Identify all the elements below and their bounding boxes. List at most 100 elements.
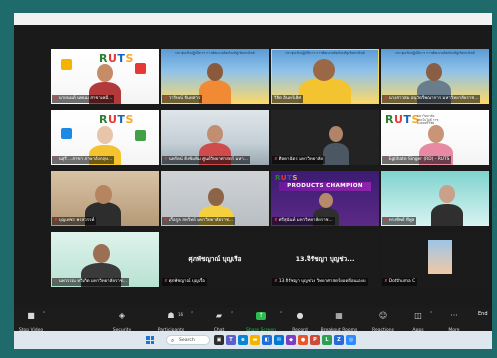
file-explorer-icon[interactable]: ▬ (250, 335, 260, 345)
app-icon[interactable]: ◎ (346, 335, 356, 345)
participant-tile[interactable]: RUTS ✘นสุรี ...สาขา ภาษาอังกฤษ... (51, 110, 159, 165)
windows-start-button[interactable] (146, 336, 154, 344)
participant-photo (428, 240, 452, 274)
participant-body (323, 143, 349, 165)
participant-placeholder-name: ศุภพัชญาณ์ บุญเรือ (188, 255, 242, 263)
participant-tile-video-off[interactable]: 13.จิรัชญา บุญช่ว... ✘13.จิรัชญา บุญช่วง… (271, 232, 379, 287)
participant-head (428, 125, 444, 143)
participant-head (426, 63, 442, 81)
mic-muted-icon: ✘ (384, 96, 388, 101)
mic-muted-icon: ✘ (384, 279, 388, 284)
participant-tile[interactable]: ประชุมเชิงปฏิบัติการ การพัฒนาผลิตภัณฑ์สู… (161, 49, 269, 104)
participant-name-label: ✘Eglihate Singer (RD) - RUTS (382, 156, 452, 164)
participant-head (97, 126, 113, 144)
participant-name-label: ✘ศุภพัชญาณ์ บุญเรือ (162, 278, 207, 286)
teams-icon[interactable]: T (226, 335, 236, 345)
participant-tile[interactable]: ✘Dotthuma C (381, 232, 489, 287)
participant-name-label: ✘นายนนท์ นพนม สาขาเคมี... (52, 95, 115, 103)
rut-logo: RUTS (275, 174, 298, 182)
participant-tile-video-off[interactable]: ศุภพัชญาณ์ บุญเรือ ✘ศุภพัชญาณ์ บุญเรือ (161, 232, 269, 287)
share-screen-icon: ↑ (256, 312, 266, 320)
participant-head (439, 185, 455, 203)
participant-count: 16 (178, 312, 184, 317)
participants-icon: ☗ (167, 311, 175, 320)
mic-muted-icon: ✘ (274, 157, 278, 162)
participant-name-label: ✘วาริษณ์ จันทสาร (162, 95, 203, 103)
participant-placeholder-name: 13.จิรัชญา บุญช่ว... (295, 255, 355, 263)
participant-head (329, 126, 343, 142)
event-banner-title: ประชุมเชิงปฏิบัติการ การพัฒนาผลิตภัณฑ์สู… (285, 51, 365, 55)
participant-tile[interactable]: ✘บุญเพชร พรสวรรค์ (51, 171, 159, 226)
participant-body (299, 78, 351, 104)
participant-tile[interactable]: RUTS PRODUCTS CHAMPION ✘ศรีสุนันท์ มหาวิ… (271, 171, 379, 226)
breakout-rooms-icon: ▦ (335, 311, 343, 320)
participant-head (97, 64, 113, 82)
puzzle-piece-graphic (135, 130, 146, 141)
end-meeting-button[interactable]: End (478, 311, 492, 323)
mic-muted-icon: ✘ (54, 218, 58, 223)
participant-name-label: ✘นพวรรณ ทวีเกิด มหาวิทยาลัยราช... (52, 278, 129, 286)
participant-tile[interactable]: RUTS ✘นายนนท์ นพนม สาขาเคมี... (51, 49, 159, 104)
mic-muted-icon: ✘ (164, 96, 168, 101)
participant-name-label: ✘ทรงทิพย์ ทีพูล (382, 217, 417, 225)
store-icon[interactable]: ◧ (262, 335, 272, 345)
task-view-icon[interactable]: ▣ (214, 335, 224, 345)
participant-name-label: ✘นพรัตน์ ดิ่งพิมพิม ศูนย์วิทยาศาสตร์ มหา… (162, 156, 250, 164)
participant-tile[interactable]: ✘เกื้อกูล สหวิทย์ มหาวิทยาลัยราช... (161, 171, 269, 226)
participant-body (431, 204, 463, 226)
firefox-icon[interactable]: ● (298, 335, 308, 345)
shield-icon: ◈ (118, 311, 126, 320)
participant-body (199, 80, 231, 104)
record-icon: ● (296, 311, 304, 320)
line-icon[interactable]: L (322, 335, 332, 345)
mic-muted-icon: ✘ (384, 218, 388, 223)
taskbar-search-box[interactable]: ⌕ Search (166, 335, 210, 345)
mic-muted-icon: ✘ (274, 218, 278, 223)
zoom-taskbar-icon[interactable]: Z (334, 335, 344, 345)
more-icon: ··· (450, 311, 458, 320)
participant-tile[interactable]: RUTS มหาวิทยาลัยเทคโนโลยี ราชมงคลศรีวิชั… (381, 110, 489, 165)
participant-name-label: ✘นางสาวสม อนุวัตรีพณาการ มหาวิทยาลัยราช.… (382, 95, 481, 103)
chevron-up-icon[interactable]: ⌃ (230, 311, 234, 317)
participant-head (319, 193, 333, 208)
mic-muted-icon: ✘ (164, 157, 168, 162)
puzzle-piece-graphic (61, 128, 72, 139)
participant-name-label: ✘นสุรี ...สาขา ภาษาอังกฤษ... (52, 156, 115, 164)
mic-muted-icon: ✘ (54, 96, 58, 101)
mic-muted-icon: ✘ (54, 279, 58, 284)
participant-tile[interactable]: ✘นพรัตน์ ดิ่งพิมพิม ศูนย์วิทยาศาสตร์ มหา… (161, 110, 269, 165)
participant-name-label: ✘13.จิรัชญา บุญช่วง วิทยาศาสตร์ยอดยีอนเอ… (272, 278, 368, 286)
event-banner-title: ประชุมเชิงปฏิบัติการ การพัฒนาผลิตภัณฑ์สู… (395, 51, 475, 55)
puzzle-piece-graphic (135, 63, 146, 74)
participant-name-label: ✘บุญเพชร พรสวรรค์ (52, 217, 97, 225)
participant-tile-active-speaker[interactable]: ประชุมเชิงปฏิบัติการ การพัฒนาผลิตภัณฑ์สู… (271, 49, 379, 104)
participant-name-label: ✘ศรีสุนันท์ มหาวิทยาลัยราช... (272, 217, 335, 225)
participant-tile[interactable]: ✘ทรงทิพย์ ทีพูล (381, 171, 489, 226)
chevron-up-icon[interactable]: ⌃ (429, 311, 433, 317)
rut-logo: RUTS (99, 113, 134, 126)
participant-name-label: วิจิต อินทร์เลิศ (272, 95, 304, 103)
participant-head (207, 125, 223, 143)
mic-muted-icon: ✘ (164, 279, 168, 284)
chevron-up-icon[interactable]: ⌃ (190, 311, 194, 317)
mail-icon[interactable]: ✉ (274, 335, 284, 345)
app-icon[interactable]: ◆ (286, 335, 296, 345)
participant-name-label: ✘Dotthuma C (382, 278, 418, 286)
mic-muted-icon: ✘ (384, 157, 388, 162)
chevron-up-icon[interactable]: ⌃ (42, 311, 46, 317)
chevron-up-icon[interactable]: ⌃ (279, 311, 283, 317)
search-icon: ⌕ (171, 337, 175, 344)
participant-head (95, 185, 112, 204)
edge-icon[interactable]: e (238, 335, 248, 345)
app-icon[interactable]: P (310, 335, 320, 345)
participant-tile[interactable]: ✘ศิลดาฉัตร มหาวิทยาลัย (271, 110, 379, 165)
event-banner-title: ประชุมเชิงปฏิบัติการ การพัฒนาผลิตภัณฑ์สู… (175, 51, 255, 55)
rut-subtitle: มหาวิทยาลัยเทคโนโลยี ราชมงคลศรีวิชัย (417, 114, 439, 126)
participant-head (93, 244, 110, 263)
participant-head (313, 59, 335, 81)
participant-name-label: ✘เกื้อกูล สหวิทย์ มหาวิทยาลัยราช... (162, 217, 236, 225)
participant-tile[interactable]: ✘นพวรรณ ทวีเกิด มหาวิทยาลัยราช... (51, 232, 159, 287)
participant-tile[interactable]: ประชุมเชิงปฏิบัติการ การพัฒนาผลิตภัณฑ์สู… (381, 49, 489, 104)
products-champion-banner: PRODUCTS CHAMPION (279, 182, 371, 191)
gallery-grid: RUTS ✘นายนนท์ นพนม สาขาเคมี... ประชุมเชิ… (14, 31, 492, 308)
